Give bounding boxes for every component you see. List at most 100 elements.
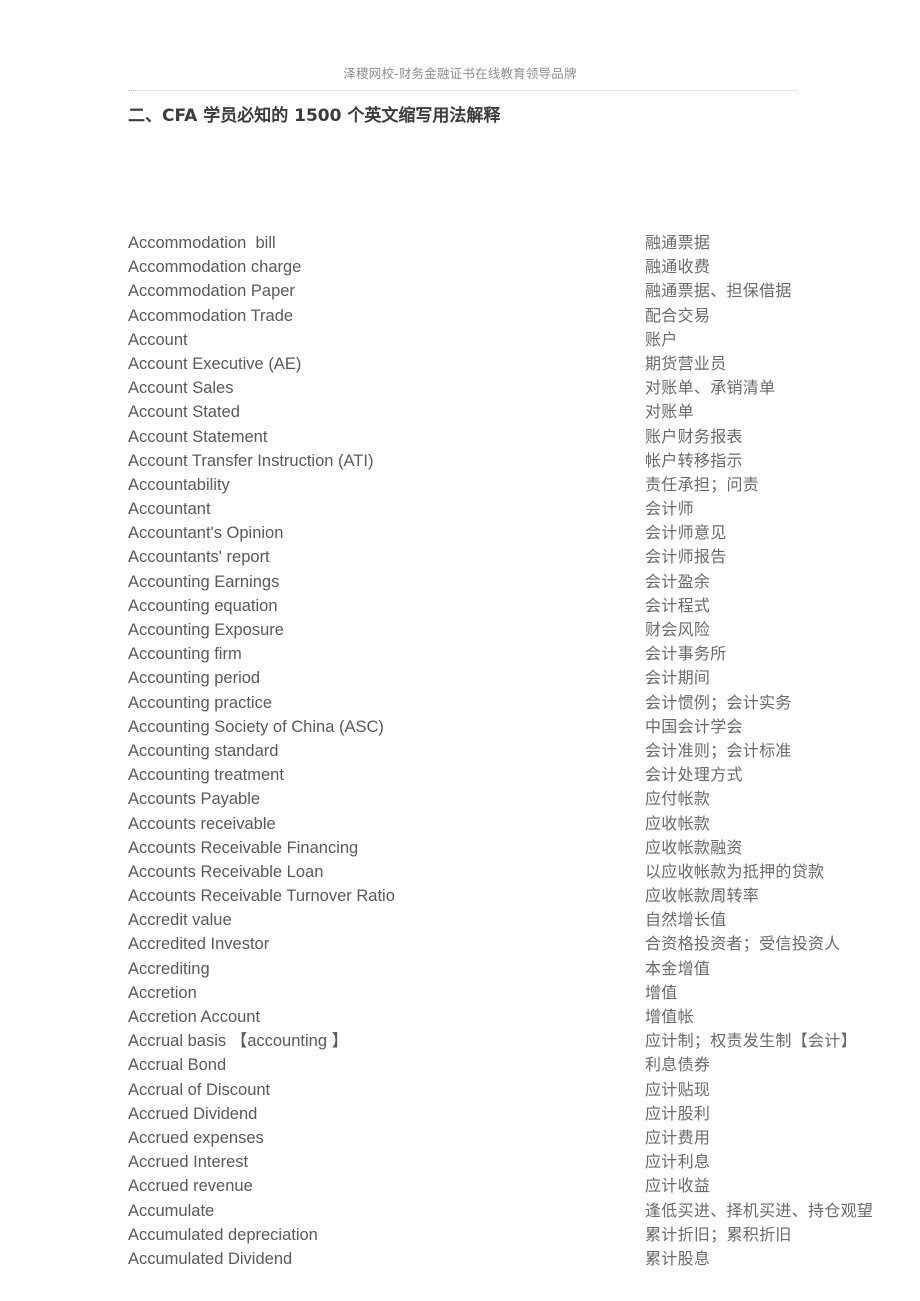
term-chinese: 对账单、承销清单 <box>645 378 776 398</box>
term-english: Accrued Dividend <box>128 1104 258 1123</box>
glossary-row: Accredit value 自然增长值 <box>0 908 920 932</box>
term-chinese: 对账单 <box>645 402 694 422</box>
glossary-row: Accommodation Trade 配合交易 <box>0 304 920 328</box>
term-chinese: 融通票据、担保借据 <box>645 281 792 301</box>
glossary-row: Account Stated 对账单 <box>0 400 920 424</box>
glossary-row: Accrual Bond 利息债券 <box>0 1053 920 1077</box>
term-chinese: 应收帐款融资 <box>645 837 743 857</box>
glossary-row: Accounting standard 会计准则；会计标准 <box>0 739 920 763</box>
term-english: Accrual Bond <box>128 1056 227 1075</box>
term-english: Accounting equation <box>128 596 278 615</box>
term-chinese: 会计师报告 <box>645 547 727 567</box>
page-header: 泽稷网校-财务金融证书在线教育领导品牌 <box>0 0 920 92</box>
term-chinese: 融通票据 <box>645 233 711 252</box>
glossary-row: Account 账户 <box>0 328 920 352</box>
glossary-row: Accommodation Paper 融通票据、担保借据 <box>0 279 920 303</box>
glossary-row: Accountants' report 会计师报告 <box>0 545 920 569</box>
term-chinese: 增值帐 <box>645 1007 694 1026</box>
glossary-row: Accounting treatment 会计处理方式 <box>0 763 920 787</box>
term-english: Account Statement <box>128 427 268 446</box>
term-english: Accumulated Dividend <box>128 1249 293 1268</box>
glossary-row: Accrued expenses 应计费用 <box>0 1126 920 1150</box>
glossary-row: Accounting practice 会计惯例；会计实务 <box>0 691 920 715</box>
term-english: Accommodation bill <box>128 234 276 252</box>
term-english: Accretion Account <box>128 1008 261 1026</box>
glossary-row: Account Executive (AE) 期货营业员 <box>0 352 920 376</box>
term-chinese: 中国会计学会 <box>645 716 743 736</box>
term-english: Accounting period <box>128 669 261 688</box>
glossary-row: Accrued Dividend 应计股利 <box>0 1102 920 1126</box>
term-english: Accounting treatment <box>128 766 284 785</box>
term-english: Account Transfer Instruction (ATI) <box>128 451 374 470</box>
term-english: Accumulated depreciation <box>128 1225 318 1244</box>
term-english: Accommodation Trade <box>128 306 294 325</box>
glossary-row: Accounting period 会计期间 <box>0 666 920 690</box>
term-english: Accrual of Discount <box>128 1080 271 1099</box>
glossary-row: Accounts receivable 应收帐款 <box>0 812 920 836</box>
term-english: Accretion <box>128 983 197 1002</box>
term-english: Accountant's Opinion <box>128 524 284 543</box>
glossary-row: Account Transfer Instruction (ATI) 帐户转移指示 <box>0 449 920 473</box>
term-chinese: 会计准则；会计标准 <box>645 740 792 760</box>
page-title: 二、CFA 学员必知的 1500 个英文缩写用法解释 <box>128 106 501 126</box>
glossary-row: Account Statement 账户财务报表 <box>0 425 920 449</box>
term-chinese: 利息债券 <box>645 1055 711 1075</box>
term-english: Accounts Receivable Loan <box>128 862 324 881</box>
term-english: Accrued revenue <box>128 1177 253 1196</box>
term-english: Accountant <box>128 500 211 519</box>
glossary-table: Accommodation bill 融通票据 Accommodation char… <box>0 231 920 1271</box>
glossary-row: Accumulated depreciation 累计折旧；累积折旧 <box>0 1223 920 1247</box>
glossary-row: Accounts Payable 应付帐款 <box>0 787 920 811</box>
glossary-row: Accretion Account 增值帐 <box>0 1005 920 1029</box>
term-english: Accrual basis 【accounting 】 <box>128 1032 349 1051</box>
glossary-row: Accrued Interest 应计利息 <box>0 1150 920 1174</box>
glossary-row: Accommodation charge 融通收费 <box>0 255 920 279</box>
term-chinese: 应计制；权责发生制【会计】 <box>645 1031 857 1051</box>
term-chinese: 本金增值 <box>645 958 711 978</box>
document-page: 泽稷网校-财务金融证书在线教育领导品牌 二、CFA 学员必知的 1500 个英文… <box>0 0 920 1301</box>
term-chinese: 会计师 <box>645 499 694 519</box>
glossary-row: Accounts Receivable Turnover Ratio 应收帐款周转… <box>0 884 920 908</box>
term-english: Accountability <box>128 475 230 494</box>
term-chinese: 增值 <box>645 982 678 1002</box>
term-english: Account Executive (AE) <box>128 354 302 373</box>
glossary-row: Accrediting 本金增值 <box>0 957 920 981</box>
term-english: Accommodation Paper <box>128 282 295 301</box>
term-english: Accounting Society of China (ASC) <box>128 717 384 736</box>
glossary-row: Accountability 责任承担；问责 <box>0 473 920 497</box>
glossary-row: Accumulate 逢低买进、择机买进、持仓观望 <box>0 1199 920 1223</box>
glossary-row: Accredited Investor 合资格投资者；受信投资人 <box>0 932 920 956</box>
term-english: Accountants' report <box>128 548 270 567</box>
header-divider-rule <box>128 90 796 91</box>
glossary-row: Accountant 会计师 <box>0 497 920 521</box>
glossary-row: Accounting Earnings 会计盈余 <box>0 570 920 594</box>
term-english: Accounting practice <box>128 693 272 712</box>
term-chinese: 应计股利 <box>645 1103 711 1123</box>
term-chinese: 会计处理方式 <box>645 765 743 785</box>
term-english: Accrediting <box>128 959 210 978</box>
term-chinese: 融通收费 <box>645 257 711 277</box>
term-chinese: 账户 <box>645 329 678 349</box>
term-chinese: 帐户转移指示 <box>645 450 743 470</box>
term-chinese: 自然增长值 <box>645 910 727 930</box>
term-english: Accredited Investor <box>128 935 270 954</box>
term-chinese: 应计费用 <box>645 1127 711 1147</box>
term-chinese: 责任承担；问责 <box>645 474 760 494</box>
term-chinese: 财会风险 <box>645 620 711 639</box>
term-chinese: 会计师意见 <box>645 523 727 543</box>
glossary-row: Accretion 增值 <box>0 981 920 1005</box>
term-english: Accredit value <box>128 911 232 930</box>
glossary-row: Accrued revenue 应计收益 <box>0 1174 920 1198</box>
term-english: Accommodation charge <box>128 258 302 277</box>
term-chinese: 累计股息 <box>645 1248 711 1268</box>
term-chinese: 会计期间 <box>645 668 711 688</box>
glossary-row: Accounting Exposure 财会风险 <box>0 618 920 642</box>
term-chinese: 会计盈余 <box>645 571 711 591</box>
glossary-row: Account Sales 对账单、承销清单 <box>0 376 920 400</box>
term-chinese: 累计折旧；累积折旧 <box>645 1224 792 1244</box>
term-chinese: 应付帐款 <box>645 789 711 809</box>
term-chinese: 账户财务报表 <box>645 426 743 446</box>
term-english: Accounting firm <box>128 645 242 664</box>
term-chinese: 应收帐款周转率 <box>645 886 760 906</box>
term-english: Account Stated <box>128 403 240 422</box>
